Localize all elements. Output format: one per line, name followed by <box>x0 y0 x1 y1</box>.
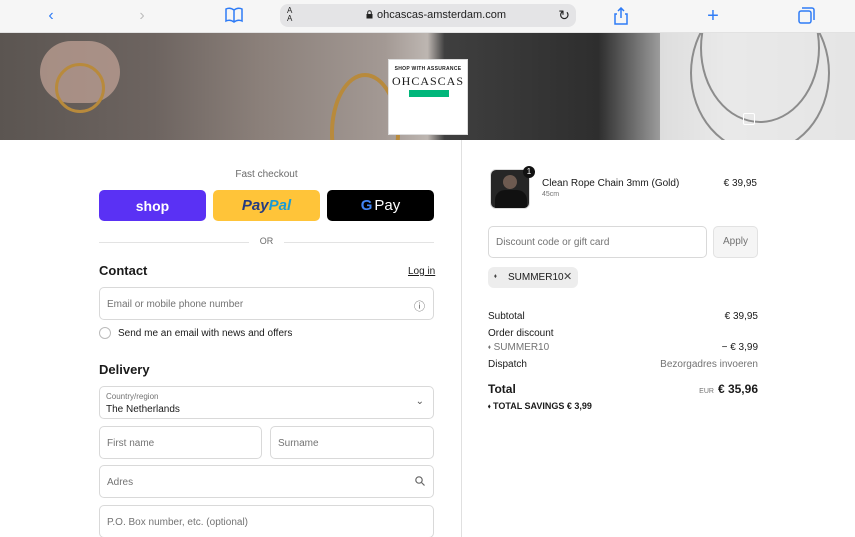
store-logo[interactable]: SHOP WITH ASSURANCE OHCASCAS <box>388 59 468 135</box>
google-g-icon: G <box>360 197 373 214</box>
back-icon[interactable]: ‹ <box>42 7 60 25</box>
dispatch-value: Bezorgadres invoeren <box>660 359 758 370</box>
paypal-label-1: Pay <box>241 197 269 214</box>
forward-icon[interactable]: › <box>133 7 151 25</box>
newsletter-label: Send me an email with news and offers <box>118 328 293 339</box>
order-summary: 1 Clean Rope Chain 3mm (Gold) 45cm € 39,… <box>462 140 855 537</box>
subtotal-value: € 39,95 <box>724 311 758 322</box>
po-box-field[interactable]: P.O. Box number, etc. (optional) <box>99 505 434 537</box>
discount-value: − € 3,99 <box>721 342 758 353</box>
shop-pay-label: shop <box>135 197 170 214</box>
total-savings: ⬪ TOTAL SAVINGS € 3,99 <box>488 401 592 412</box>
total-value: € 35,96 <box>717 382 758 396</box>
remove-discount-icon[interactable]: ✕ <box>563 270 572 283</box>
email-placeholder: Email or mobile phone number <box>107 299 244 310</box>
country-value: The Netherlands <box>106 404 180 415</box>
email-field[interactable]: Email or mobile phone number ⓘ <box>99 287 434 320</box>
reader-aa-button[interactable]: AA <box>287 7 292 23</box>
banner-necklace-2 <box>690 33 830 140</box>
discount-code-label: SUMMER10 <box>493 342 550 353</box>
po-box-placeholder: P.O. Box number, etc. (optional) <box>107 517 249 528</box>
dispatch-label: Dispatch <box>488 359 527 370</box>
savings-value: € 3,99 <box>566 401 592 411</box>
country-label: Country/region <box>106 392 159 401</box>
url-text: ohcascas-amsterdam.com <box>377 9 506 21</box>
contact-heading: Contact <box>99 263 148 278</box>
first-name-placeholder: First name <box>107 438 155 449</box>
share-icon[interactable] <box>612 6 630 25</box>
checkout-form: Fast checkout shop Pay Pal G Pay OR Conta… <box>0 140 461 537</box>
address-bar[interactable]: AA ohcascas-amsterdam.com ↻ <box>280 4 576 27</box>
google-pay-button[interactable]: G Pay <box>327 190 434 221</box>
quantity-badge: 1 <box>523 166 535 178</box>
store-banner: SHOP WITH ASSURANCE OHCASCAS <box>0 33 855 140</box>
new-tab-icon[interactable]: + <box>704 6 722 26</box>
address-placeholder: Adres <box>107 477 134 488</box>
applied-discount-chip: ⬪ SUMMER10 ✕ <box>488 267 578 288</box>
delivery-heading: Delivery <box>99 362 150 377</box>
search-icon <box>415 476 425 489</box>
total-currency: EUR <box>699 388 714 395</box>
fast-checkout-label: Fast checkout <box>235 169 298 180</box>
paypal-label-2: Pal <box>268 197 292 214</box>
help-icon[interactable]: ⓘ <box>414 298 425 314</box>
subtotal-label: Subtotal <box>488 311 525 322</box>
savings-label: TOTAL SAVINGS <box>493 401 565 411</box>
first-name-field[interactable]: First name <box>99 426 262 459</box>
trustpilot-stars-icon <box>409 90 449 97</box>
newsletter-checkbox[interactable] <box>99 327 111 339</box>
discount-code-tag: ⬪ SUMMER10 <box>488 342 549 353</box>
banner-ring <box>55 63 105 113</box>
address-field[interactable]: Adres <box>99 465 434 498</box>
reload-icon[interactable]: ↻ <box>558 7 570 24</box>
product-price: € 39,95 <box>723 178 757 189</box>
discount-placeholder: Discount code or gift card <box>496 237 610 248</box>
paypal-button[interactable]: Pay Pal <box>213 190 320 221</box>
country-select[interactable]: Country/region The Netherlands ⌄ <box>99 386 434 419</box>
order-discount-label: Order discount <box>488 328 554 339</box>
cart-bag-icon[interactable] <box>743 113 755 125</box>
surname-field[interactable]: Surname <box>270 426 434 459</box>
google-pay-label: Pay <box>374 197 401 214</box>
lock-icon <box>366 10 373 19</box>
login-link[interactable]: Log in <box>408 266 435 277</box>
or-divider: OR <box>99 236 434 248</box>
logo-name: OHCASCAS <box>391 74 465 88</box>
apply-discount-button[interactable]: Apply <box>713 226 758 258</box>
small-tag-icon: ⬪ <box>488 342 491 353</box>
logo-tagline: SHOP WITH ASSURANCE <box>394 66 462 72</box>
or-label: OR <box>259 236 274 246</box>
product-name: Clean Rope Chain 3mm (Gold) <box>542 178 680 189</box>
surname-placeholder: Surname <box>278 438 319 449</box>
chevron-down-icon: ⌄ <box>415 396 424 407</box>
browser-toolbar: ‹ › AA ohcascas-amsterdam.com ↻ + <box>0 0 855 33</box>
discount-code-input[interactable]: Discount code or gift card <box>488 226 707 258</box>
product-variant: 45cm <box>542 191 560 198</box>
bookmarks-icon[interactable] <box>225 7 243 25</box>
total-label: Total <box>488 382 516 396</box>
applied-code-label: SUMMER10 <box>508 272 564 283</box>
shop-pay-button[interactable]: shop <box>99 190 206 221</box>
tag-icon: ⬪ <box>494 271 497 282</box>
savings-tag-icon: ⬪ <box>488 401 491 411</box>
tabs-icon[interactable] <box>797 7 815 25</box>
